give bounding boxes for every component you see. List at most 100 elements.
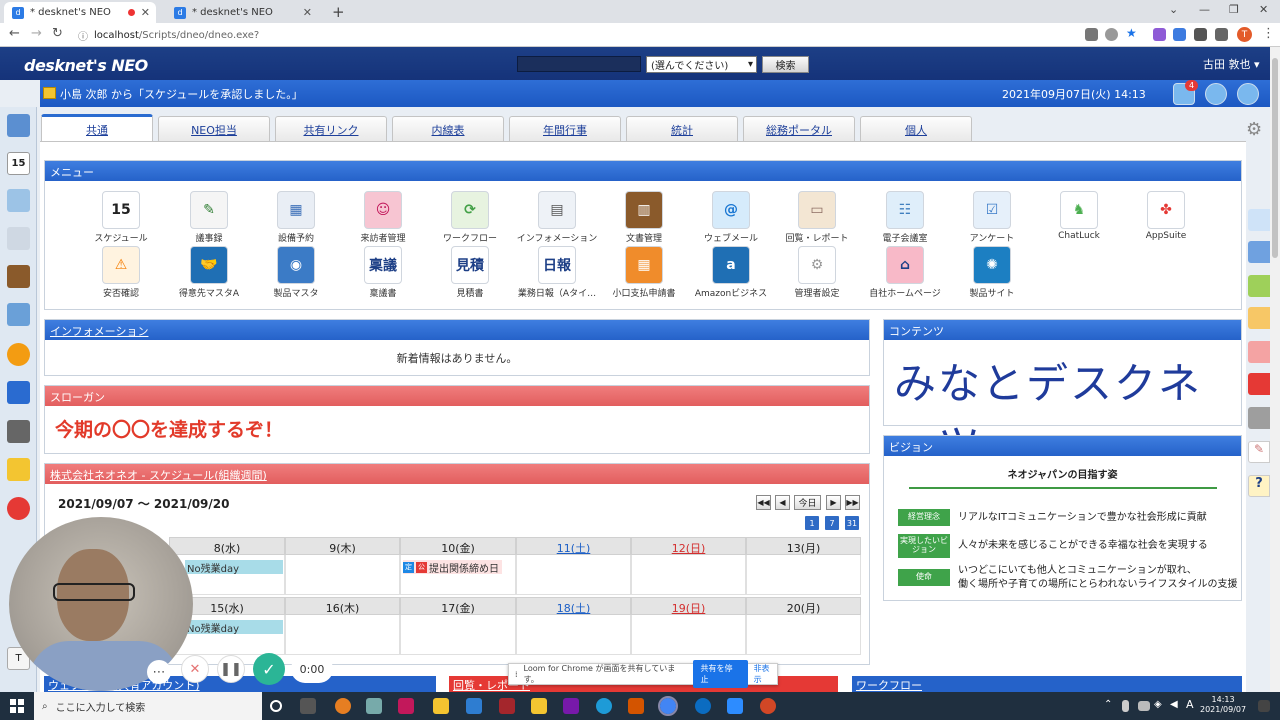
url-field[interactable]: ⓘ localhost/Scripts/dneo/dneo.exe? — [78, 26, 1078, 44]
folder-icon[interactable] — [7, 458, 30, 481]
drag-handle-icon[interactable]: ⁞ — [515, 670, 518, 679]
sticky-notes-icon[interactable] — [433, 698, 449, 714]
task-view-icon[interactable] — [300, 698, 316, 714]
reading-list-icon[interactable] — [1215, 28, 1228, 41]
tab-search-icon[interactable]: ⌄ — [1169, 3, 1178, 16]
day-header[interactable]: 17(金) — [400, 597, 516, 615]
day-cell[interactable] — [746, 615, 861, 655]
powerpoint-icon[interactable] — [760, 698, 776, 714]
tab-statistics[interactable]: 統計 — [626, 116, 738, 142]
workflow-panel-header[interactable]: ワークフロー — [852, 676, 1242, 692]
day-cell[interactable] — [285, 555, 400, 595]
day-header[interactable]: 18(土) — [516, 597, 631, 615]
app-icon-orange[interactable] — [335, 698, 351, 714]
day-cell[interactable] — [746, 555, 861, 595]
menu-item[interactable]: ▦ 設備予約 — [251, 191, 341, 244]
yellow-tab[interactable] — [1248, 307, 1270, 329]
loom-finish-icon[interactable]: ✓ — [253, 653, 285, 685]
workflow-icon[interactable] — [7, 343, 30, 366]
day-header[interactable]: 20(月) — [746, 597, 861, 615]
day-header[interactable]: 10(金) — [400, 537, 516, 555]
blue-tab[interactable] — [1248, 241, 1270, 263]
battery-icon[interactable] — [1138, 701, 1150, 711]
zoom-app-icon[interactable] — [727, 698, 743, 714]
day-header[interactable]: 12(日) — [631, 537, 746, 555]
cortana-icon[interactable] — [270, 700, 282, 712]
bookmark-star-icon[interactable]: ★ — [1126, 26, 1139, 40]
menu-item[interactable]: ☺ 来訪者管理 — [338, 191, 428, 244]
day-cell[interactable] — [516, 615, 631, 655]
site-info-icon[interactable]: ⓘ — [78, 28, 88, 43]
notification-text[interactable]: 小島 次郎 から「スケジュールを承認しました。」 — [60, 86, 303, 102]
conference-icon[interactable] — [7, 303, 30, 326]
prev-week-button[interactable]: ◀◀ — [756, 495, 771, 510]
day-cell[interactable] — [400, 615, 516, 655]
gray-tab[interactable] — [1248, 407, 1270, 429]
notification-center-icon[interactable] — [1258, 700, 1270, 712]
search-button[interactable]: 検索 — [762, 56, 809, 73]
next-week-button[interactable]: ▶▶ — [845, 495, 860, 510]
tab-personal[interactable]: 個人 — [860, 116, 972, 142]
new-tab-icon[interactable]: + — [332, 3, 345, 21]
app-icon-blue[interactable] — [695, 698, 711, 714]
search-input[interactable] — [517, 56, 641, 72]
green-tab[interactable] — [1248, 275, 1270, 297]
chrome-menu-icon[interactable]: ⋮ — [1262, 26, 1275, 41]
week-view-button[interactable]: 7 — [825, 516, 839, 530]
menu-item[interactable]: ▥ 文書管理 — [599, 191, 689, 244]
taskbar-clock[interactable]: 14:13 2021/09/07 — [1200, 695, 1246, 716]
red-tab[interactable] — [1248, 373, 1270, 395]
restore-icon[interactable]: ❐ — [1229, 3, 1239, 16]
search-category-select[interactable]: (選んでください) ▾ — [646, 56, 757, 73]
extension-icon[interactable] — [1153, 28, 1166, 41]
menu-item[interactable]: ⚙ 管理者設定 — [772, 246, 862, 299]
day-header[interactable]: 13(月) — [746, 537, 861, 555]
tab-annual-events[interactable]: 年間行事 — [509, 116, 621, 142]
menu-item[interactable]: ▭ 回覧・レポート — [772, 191, 862, 244]
menu-item[interactable]: ☷ 電子会議室 — [860, 191, 950, 244]
event-no-overtime[interactable]: No残業day — [185, 620, 283, 635]
tab-general-affairs[interactable]: 総務ポータル — [743, 116, 855, 142]
close-tab-icon[interactable]: ✕ — [141, 6, 150, 19]
hide-share-bar-button[interactable]: 非表示 — [754, 663, 777, 685]
menu-item[interactable]: ✎ 議事録 — [164, 191, 254, 244]
day-header[interactable]: 19(日) — [631, 597, 746, 615]
back-icon[interactable]: ← — [9, 26, 20, 41]
menu-item[interactable]: ⌂ 自社ホームページ — [860, 246, 950, 299]
menu-item[interactable]: 🤝 得意先マスタA — [164, 246, 254, 299]
browser-tab-1[interactable]: d * desknet's NEO ✕ — [4, 2, 156, 23]
day-cell[interactable] — [285, 615, 400, 655]
folder-dark-icon[interactable] — [7, 420, 30, 443]
browser-tab-2[interactable]: d * desknet's NEO ✕ — [166, 2, 318, 23]
menu-item[interactable]: ▤ インフォメーション — [512, 191, 602, 244]
appsuite-icon[interactable] — [7, 497, 30, 520]
scrollbar-thumb[interactable] — [1272, 58, 1278, 258]
event-deadline[interactable]: 定 公 提出関係締め日 — [403, 560, 502, 575]
extensions-puzzle-icon[interactable] — [1194, 28, 1207, 41]
tab-common[interactable]: 共通 — [41, 114, 153, 142]
reload-icon[interactable]: ↻ — [52, 26, 63, 41]
day-header[interactable]: 9(木) — [285, 537, 400, 555]
menu-item[interactable]: ✺ 製品サイト — [947, 246, 1037, 299]
menu-item[interactable]: ⟳ ワークフロー — [425, 191, 515, 244]
app-icon-teal[interactable] — [366, 698, 382, 714]
chat-icon[interactable] — [1205, 83, 1227, 105]
calendar-icon[interactable]: 15 — [7, 152, 30, 175]
tab-shared-links[interactable]: 共有リンク — [275, 116, 387, 142]
day-header[interactable]: 16(木) — [285, 597, 400, 615]
day-view-button[interactable]: 1 — [805, 516, 819, 530]
menu-item[interactable]: ◉ 製品マスタ — [251, 246, 341, 299]
document-icon[interactable] — [7, 265, 30, 288]
schedule-title-link[interactable]: 株式会社ネオネオ - スケジュール(組織週間) — [50, 469, 267, 482]
onenote-icon[interactable] — [563, 698, 579, 714]
information-title-link[interactable]: インフォメーション — [50, 325, 148, 338]
tab-neo[interactable]: NEO担当 — [158, 116, 270, 142]
file-explorer-icon[interactable] — [531, 698, 547, 714]
next-day-button[interactable]: ▶ — [826, 495, 841, 510]
app-icon-pink[interactable] — [398, 698, 414, 714]
day-cell[interactable] — [631, 615, 746, 655]
user-profile-icon[interactable] — [1237, 83, 1259, 105]
prev-day-button[interactable]: ◀ — [775, 495, 790, 510]
forward-icon[interactable]: → — [31, 26, 42, 41]
app-icon-rust[interactable] — [628, 698, 644, 714]
